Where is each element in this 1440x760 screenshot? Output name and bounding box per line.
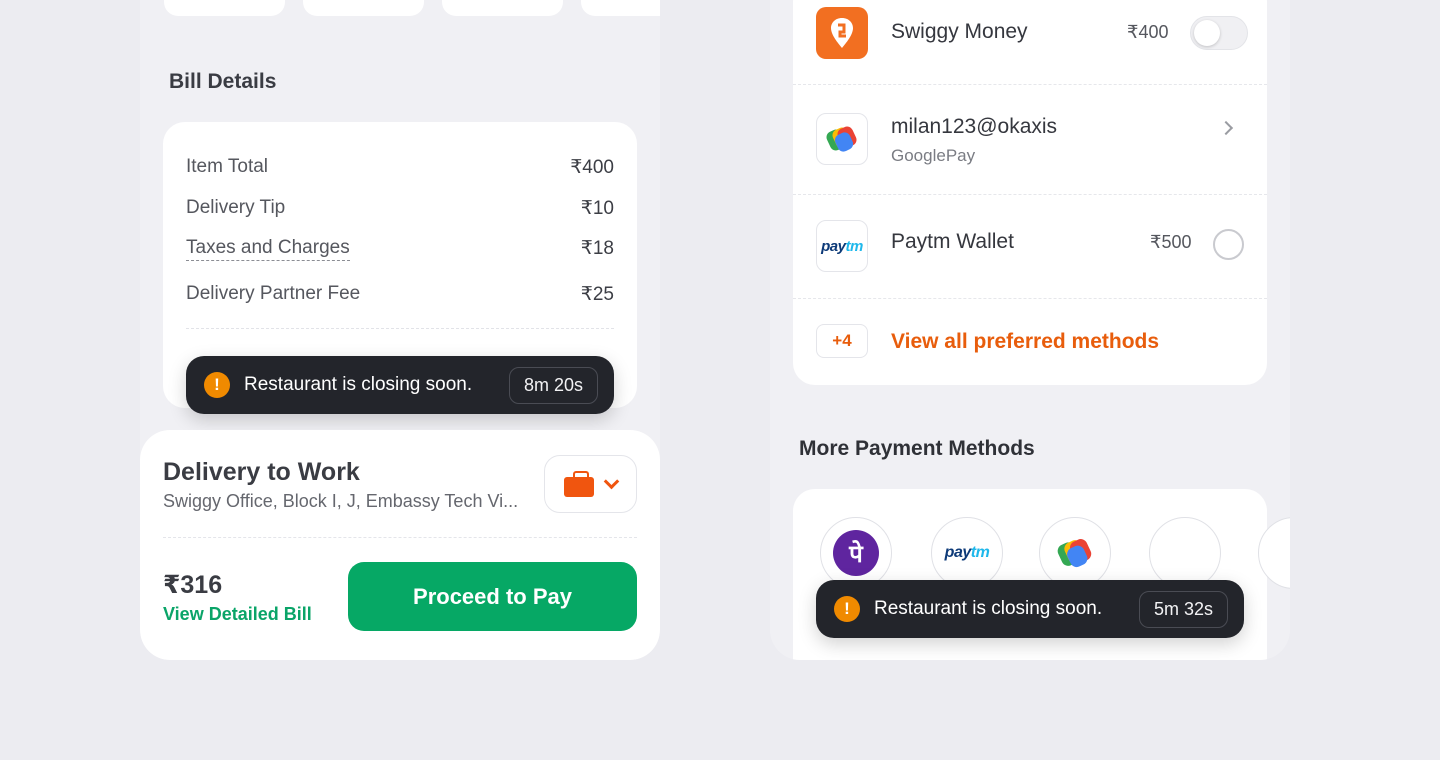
warning-icon: ! — [834, 596, 860, 622]
payment-name: Swiggy Money — [891, 20, 1028, 43]
change-address-button[interactable] — [544, 455, 637, 513]
tip-chip[interactable] — [442, 0, 563, 16]
warning-icon: ! — [204, 372, 230, 398]
more-count-badge: +4 — [816, 324, 868, 358]
chevron-right-icon — [1218, 120, 1234, 136]
payment-screen: Swiggy Money ₹400 milan123@okaxis Google… — [770, 0, 1290, 660]
tip-chip[interactable] — [303, 0, 424, 16]
bill-amount: ₹400 — [570, 157, 614, 178]
payment-name: milan123@okaxis — [891, 115, 1058, 138]
bill-label: Delivery Partner Fee — [186, 283, 361, 304]
phonepe-glyph: पे — [833, 530, 879, 576]
bill-row-taxes: Taxes and Charges ₹18 — [186, 237, 614, 261]
bill-label: Item Total — [186, 156, 269, 177]
preferred-methods-card: Swiggy Money ₹400 milan123@okaxis Google… — [793, 0, 1267, 385]
delivery-address: Swiggy Office, Block I, J, Embassy Tech … — [163, 491, 519, 511]
countdown-timer: 8m 20s — [508, 366, 598, 404]
toast-message: Restaurant is closing soon. — [244, 374, 473, 395]
divider — [186, 328, 614, 329]
view-detailed-bill-link[interactable]: View Detailed Bill — [163, 604, 312, 625]
phonepe-icon[interactable]: पे — [820, 517, 892, 589]
payment-provider: GooglePay — [891, 146, 976, 165]
closing-soon-toast: ! Restaurant is closing soon. 8m 20s — [186, 356, 614, 414]
checkout-screen: Bill Details Item Total ₹400 Delivery Ti… — [140, 0, 660, 660]
paytm-logo-text: pay — [944, 544, 972, 561]
bill-amount: ₹18 — [580, 238, 614, 259]
googlepay-icon — [816, 113, 868, 165]
googlepay-icon[interactable] — [1039, 517, 1111, 589]
paytm-radio[interactable] — [1213, 229, 1244, 260]
view-all-preferred-row[interactable]: +4 View all preferred methods — [793, 299, 1267, 385]
bill-row-partner-fee: Delivery Partner Fee ₹25 — [186, 283, 614, 306]
payment-name: Paytm Wallet — [891, 230, 1014, 253]
paytm-logo-text: pay — [821, 237, 846, 255]
bill-details-title: Bill Details — [169, 70, 277, 93]
bill-amount: ₹25 — [580, 284, 614, 305]
payment-balance: ₹500 — [1150, 232, 1192, 252]
tip-chip-row — [164, 0, 660, 16]
bill-row-delivery-tip: Delivery Tip ₹10 — [186, 197, 614, 220]
swiggy-logo-icon — [816, 7, 868, 59]
payment-balance: ₹400 — [1127, 22, 1169, 42]
bill-row-item-total: Item Total ₹400 — [186, 156, 614, 179]
payment-option-swiggy-money[interactable]: Swiggy Money ₹400 — [793, 0, 1267, 84]
paytm-logo-text: tm — [845, 237, 864, 255]
briefcase-icon — [564, 471, 594, 497]
paytm-icon[interactable]: paytm — [931, 517, 1003, 589]
delivery-title: Delivery to Work — [163, 458, 360, 486]
total-amount: ₹316 — [163, 571, 223, 599]
payment-option-paytm-wallet[interactable]: paytm Paytm Wallet ₹500 — [793, 195, 1267, 299]
tip-chip[interactable] — [581, 0, 660, 16]
more-payment-methods-title: More Payment Methods — [799, 437, 1035, 460]
payment-app-icon[interactable] — [1258, 517, 1290, 589]
swiggy-money-toggle[interactable] — [1190, 16, 1248, 50]
payment-option-googlepay[interactable]: milan123@okaxis GooglePay — [793, 85, 1267, 193]
bill-amount: ₹10 — [580, 198, 614, 219]
payment-app-icon[interactable] — [1149, 517, 1221, 589]
paytm-logo-text: tm — [970, 544, 990, 561]
chevron-down-icon — [603, 473, 620, 489]
tip-chip[interactable] — [164, 0, 285, 16]
divider — [163, 537, 637, 538]
toggle-knob — [1194, 20, 1220, 46]
taxes-info-link[interactable]: Taxes and Charges — [186, 237, 350, 261]
view-all-preferred-link[interactable]: View all preferred methods — [891, 330, 1159, 354]
countdown-timer: 5m 32s — [1138, 590, 1228, 628]
checkout-footer: Delivery to Work Swiggy Office, Block I,… — [140, 430, 660, 660]
paytm-icon: paytm — [816, 220, 868, 272]
closing-soon-toast: ! Restaurant is closing soon. 5m 32s — [816, 580, 1244, 638]
toast-message: Restaurant is closing soon. — [874, 598, 1103, 619]
proceed-to-pay-button[interactable]: Proceed to Pay — [348, 562, 637, 631]
bill-label: Delivery Tip — [186, 197, 286, 218]
